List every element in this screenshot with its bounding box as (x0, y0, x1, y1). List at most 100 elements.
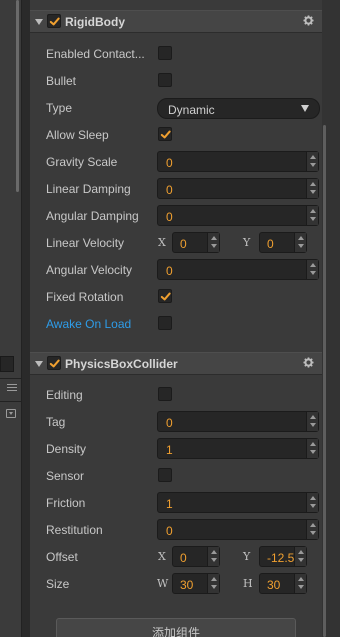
awake-on-load-checkbox[interactable] (158, 316, 172, 330)
checkmark-icon (49, 359, 60, 368)
label-sensor: Sensor (46, 469, 85, 483)
sensor-checkbox[interactable] (158, 468, 172, 482)
collider-enabled-checkbox[interactable] (47, 356, 61, 370)
inspector-scrollbar[interactable] (323, 125, 326, 637)
linear-velocity-x-input[interactable]: 0 (172, 232, 220, 253)
enabled-contact-listener-checkbox[interactable] (158, 46, 172, 60)
row-linear-velocity: Linear Velocity X 0 Y 0 (30, 230, 322, 257)
label-type: Type (46, 101, 73, 115)
row-editing: Editing (30, 382, 322, 409)
checkmark-icon (160, 130, 171, 139)
panel-gutter (22, 0, 30, 637)
dropdown-arrow-icon (301, 105, 309, 112)
restitution-value: 0 (166, 524, 173, 538)
label-allow-sleep: Allow Sleep (46, 128, 109, 142)
size-h-stepper[interactable] (294, 574, 306, 593)
row-angular-damping: Angular Damping 0 (30, 203, 322, 230)
label-bullet: Bullet (46, 74, 77, 88)
bullet-checkbox[interactable] (158, 73, 172, 87)
linear-damping-stepper[interactable] (306, 179, 318, 198)
density-input[interactable]: 1 (157, 438, 319, 459)
gear-icon[interactable] (303, 15, 314, 26)
gravity-scale-stepper[interactable] (306, 152, 318, 171)
label-size: Size (46, 577, 70, 591)
linear-damping-input[interactable]: 0 (157, 178, 319, 199)
size-w-input[interactable]: 30 (172, 573, 220, 594)
collapse-arrow-icon[interactable] (35, 19, 43, 25)
row-fixed-rotation: Fixed Rotation (30, 284, 322, 311)
rigidbody-header[interactable]: RigidBody (30, 10, 322, 33)
size-w-stepper[interactable] (207, 574, 219, 593)
angular-velocity-stepper[interactable] (306, 260, 318, 279)
row-allow-sleep: Allow Sleep (30, 122, 322, 149)
row-bullet: Bullet (30, 68, 322, 95)
left-input-field[interactable] (0, 356, 14, 372)
type-select[interactable]: Dynamic (157, 98, 320, 119)
collider-header[interactable]: PhysicsBoxCollider (30, 352, 322, 375)
linear-velocity-x-stepper[interactable] (207, 233, 219, 252)
linear-velocity-y-label: Y (243, 236, 251, 249)
tag-value: 0 (166, 416, 173, 430)
density-value: 1 (166, 443, 173, 457)
dropdown-box-icon[interactable] (6, 409, 16, 418)
offset-y-value: -12.5 (267, 551, 295, 565)
gravity-scale-input[interactable]: 0 (157, 151, 319, 172)
row-tag: Tag 0 (30, 409, 322, 436)
collapse-arrow-icon[interactable] (35, 361, 43, 367)
gear-icon[interactable] (303, 357, 314, 368)
offset-x-label: X (158, 550, 166, 563)
row-density: Density 1 (30, 436, 322, 463)
size-w-label: W (157, 577, 169, 590)
offset-y-stepper[interactable] (294, 547, 306, 566)
offset-x-stepper[interactable] (207, 547, 219, 566)
fixed-rotation-checkbox[interactable] (158, 289, 172, 303)
label-offset: Offset (46, 550, 78, 564)
row-gravity-scale: Gravity Scale 0 (30, 149, 322, 176)
angular-velocity-value: 0 (166, 264, 173, 278)
row-enabled-contact-listener: Enabled Contact... (30, 41, 322, 68)
row-linear-damping: Linear Damping 0 (30, 176, 322, 203)
row-friction: Friction 1 (30, 490, 322, 517)
size-h-label: H (243, 577, 253, 590)
label-linear-velocity: Linear Velocity (46, 236, 125, 250)
size-h-input[interactable]: 30 (259, 573, 307, 594)
gravity-scale-value: 0 (166, 156, 173, 170)
left-divider-2 (0, 401, 22, 402)
tag-stepper[interactable] (306, 412, 318, 431)
type-select-value: Dynamic (168, 103, 215, 117)
offset-x-input[interactable]: 0 (172, 546, 220, 567)
label-density: Density (46, 442, 87, 456)
size-w-value: 30 (180, 578, 194, 592)
allow-sleep-checkbox[interactable] (158, 127, 172, 141)
label-angular-damping: Angular Damping (46, 209, 139, 223)
label-tag: Tag (46, 415, 66, 429)
label-awake-on-load: Awake On Load (46, 317, 132, 331)
offset-y-input[interactable]: -12.5 (259, 546, 307, 567)
row-awake-on-load: Awake On Load (30, 311, 322, 338)
linear-velocity-y-value: 0 (267, 237, 274, 251)
linear-velocity-y-stepper[interactable] (294, 233, 306, 252)
tag-input[interactable]: 0 (157, 411, 319, 432)
row-size: Size W 30 H 30 (30, 571, 322, 598)
row-type: Type Dynamic (30, 95, 322, 122)
density-stepper[interactable] (306, 439, 318, 458)
rigidbody-enabled-checkbox[interactable] (47, 14, 61, 28)
angular-velocity-input[interactable]: 0 (157, 259, 319, 280)
linear-velocity-y-input[interactable]: 0 (259, 232, 307, 253)
angular-damping-input[interactable]: 0 (157, 205, 319, 226)
add-component-label: 添加组件 (151, 626, 200, 637)
label-restitution: Restitution (46, 523, 103, 537)
offset-y-label: Y (243, 550, 251, 563)
editing-checkbox[interactable] (158, 387, 172, 401)
restitution-stepper[interactable] (306, 520, 318, 539)
label-linear-damping: Linear Damping (46, 182, 131, 196)
restitution-input[interactable]: 0 (157, 519, 319, 540)
offset-x-value: 0 (180, 551, 187, 565)
add-component-button[interactable]: 添加组件 (56, 618, 296, 637)
angular-damping-stepper[interactable] (306, 206, 318, 225)
label-gravity-scale: Gravity Scale (46, 155, 118, 169)
left-scrollbar[interactable] (16, 0, 19, 192)
friction-input[interactable]: 1 (157, 492, 319, 513)
menu-icon[interactable] (7, 384, 17, 393)
friction-stepper[interactable] (306, 493, 318, 512)
